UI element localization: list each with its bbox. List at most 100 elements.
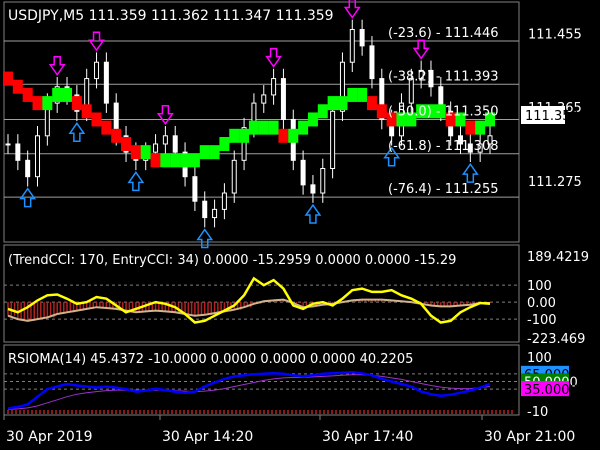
trend-band-segment [180, 153, 191, 168]
trend-band-segment [317, 104, 328, 119]
trend-band-segment [268, 120, 279, 135]
rsioma-tick-label: 100 [527, 351, 552, 366]
rsioma-tick-label: -10 [527, 405, 548, 420]
candle-body [192, 176, 198, 202]
rsioma-title: RSIOMA(14) 45.4372 -10.0000 0.0000 0.000… [8, 352, 413, 367]
candle-body [271, 78, 277, 96]
candle-body [359, 29, 365, 47]
candle-body [320, 168, 326, 194]
candle-body [153, 143, 159, 153]
fib-label: (-61.8) - 111.308 [388, 139, 499, 154]
trend-band-segment [42, 96, 53, 111]
candle-body [330, 110, 336, 170]
candle-body [300, 159, 306, 186]
trend-band-segment [347, 87, 358, 102]
trend-band-segment [278, 128, 289, 143]
price-title: USDJPY,M5 111.359 111.362 111.347 111.35… [8, 8, 334, 24]
trend-band-segment [239, 128, 250, 143]
trend-band-segment [81, 104, 92, 119]
buy-arrow-icon [68, 121, 86, 143]
fib-label: (-38.2) - 111.393 [388, 69, 499, 84]
trend-band-segment [248, 120, 259, 135]
time-tick-label: 30 Apr 14:20 [162, 429, 253, 445]
trend-band-segment [337, 96, 348, 111]
current-price-value: 111.359 [525, 109, 579, 124]
trend-band-segment [91, 112, 102, 127]
rsioma-axis-ticks: 10065.000050.000035.0000-10 [521, 351, 578, 420]
cci-tick-label: 0.00 [527, 296, 556, 311]
cci-tick-label: -223.469 [527, 332, 585, 347]
candle-body [212, 208, 218, 219]
buy-arrow-icon [19, 187, 37, 208]
candle-body [94, 61, 100, 80]
sell-arrow-icon [343, 0, 361, 19]
candle-body [310, 184, 316, 194]
rsioma-badge-value: 35.0000 [524, 383, 578, 398]
price-tick-label: 111.455 [528, 28, 582, 43]
time-tick-label: 30 Apr 17:40 [322, 429, 413, 445]
time-tick-label: 30 Apr 21:00 [484, 429, 575, 445]
candle-body [25, 159, 31, 178]
trend-band-segment [219, 136, 230, 151]
trend-band-segment [32, 96, 43, 111]
cci-lines [7, 276, 491, 324]
trend-band-segment [111, 128, 122, 143]
time-tick-label: 30 Apr 2019 [6, 429, 93, 445]
trend-band-segment [307, 112, 318, 127]
candle-body [35, 135, 41, 178]
trend-band-segment [229, 128, 240, 143]
trend-band-segment [101, 120, 112, 135]
candle-body [349, 29, 355, 63]
sell-arrow-icon [156, 105, 174, 126]
buy-arrow-icon [461, 162, 479, 183]
chart-canvas: (-23.6) - 111.446 (-38.2) - 111.393 (-50.0… [3, 0, 589, 445]
trend-band-segment [189, 153, 200, 168]
fib-label: (-23.6) - 111.446 [388, 26, 499, 41]
trend-band-segment [22, 87, 33, 102]
buy-arrow-icon [127, 171, 145, 192]
candle-body [369, 45, 375, 80]
fib-label: (-50.0) - 111.350 [388, 104, 499, 119]
cci-title: (TrendCCI: 170, EntryCCI: 34) 0.0000 -15… [8, 253, 456, 268]
cci-axis-ticks: 189.4219 100 0.00 -100 -223.469 [527, 250, 589, 347]
trend-band-segment [170, 153, 181, 168]
candle-body [221, 192, 227, 210]
candle-body [231, 159, 237, 194]
trend-band-segment [288, 128, 299, 143]
sell-arrow-icon [412, 39, 430, 60]
trend-cci-line [7, 276, 491, 324]
candle-body [162, 135, 168, 145]
candle-body [15, 143, 21, 161]
trend-band-segment [3, 71, 13, 86]
trend-band-segment [199, 145, 210, 160]
trend-band-segment [130, 145, 141, 160]
trend-band-segment [62, 87, 73, 102]
rsioma-signal-line [7, 374, 491, 410]
trend-band-segment [12, 79, 23, 94]
trend-band-segment [150, 153, 161, 168]
cci-tick-label: 100 [527, 279, 552, 294]
candle-body [280, 78, 286, 120]
fib-label: (-76.4) - 111.255 [388, 182, 499, 197]
trend-band-segment [357, 87, 368, 102]
cci-tick-label: 189.4219 [527, 250, 589, 265]
trend-band-segment [366, 96, 377, 111]
rsioma-line [7, 371, 491, 410]
sell-arrow-icon [48, 56, 66, 77]
price-tick-label: 111.275 [528, 175, 582, 190]
trend-band-segment [465, 120, 476, 135]
trend-band-segment [160, 153, 171, 168]
trend-band-segment [71, 96, 82, 111]
trend-band-segment [475, 120, 486, 135]
trend-band-segment [298, 120, 309, 135]
candle-body [202, 200, 208, 219]
trend-band-segment [376, 104, 387, 119]
trend-band-segment [209, 145, 220, 160]
buy-arrow-icon [304, 203, 322, 224]
fib-labels: (-23.6) - 111.446 (-38.2) - 111.393 (-50.0… [388, 26, 499, 197]
time-axis: 30 Apr 2019 30 Apr 14:20 30 Apr 17:40 30 Ap… [3, 415, 575, 445]
candle-body [261, 94, 267, 104]
trend-band-segment [121, 136, 132, 151]
candle-body [103, 61, 109, 104]
trend-band-segment [258, 120, 269, 135]
